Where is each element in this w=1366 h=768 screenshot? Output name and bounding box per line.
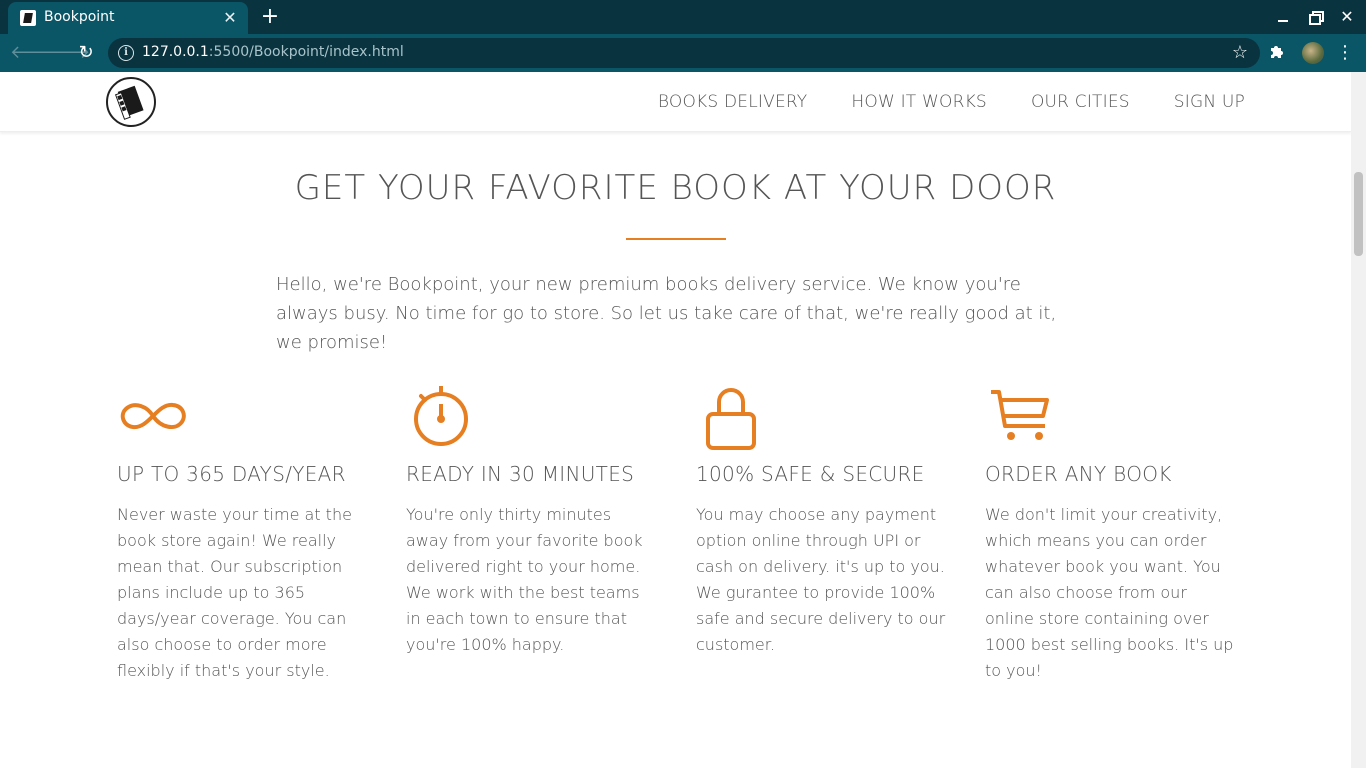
profile-avatar[interactable] xyxy=(1302,42,1324,64)
bookpoint-favicon-icon xyxy=(20,10,36,26)
page-scrollbar[interactable] xyxy=(1351,72,1366,768)
browser-toolbar: 🡐 🡒 ↻ i 127.0.0.1:5500/Bookpoint/index.h… xyxy=(0,34,1366,72)
new-tab-icon[interactable]: + xyxy=(258,5,282,29)
kebab-menu-icon[interactable]: ⋮ xyxy=(1336,41,1354,65)
nav-link-books-delivery[interactable]: BOOKS DELIVERY xyxy=(658,92,808,112)
close-tab-icon[interactable]: ✕ xyxy=(220,8,240,28)
feature-text: Never waste your time at the book store … xyxy=(117,505,352,680)
feature-title: 100% safe & secure xyxy=(696,462,925,486)
cart-icon xyxy=(985,382,1057,454)
nav-link-our-cities[interactable]: OUR CITIES xyxy=(1031,92,1130,112)
url-text: 127.0.0.1:5500/Bookpoint/index.html xyxy=(142,44,404,60)
url-host: 127.0.0.1 xyxy=(142,44,209,60)
forward-arrow-icon[interactable]: 🡒 xyxy=(42,41,90,65)
infinity-icon xyxy=(117,382,189,454)
feature-title: Order any book xyxy=(985,462,1172,486)
feature-text: We don't limit your creativity, which me… xyxy=(985,505,1234,680)
stopwatch-icon xyxy=(406,382,478,454)
nav-link-how-it-works[interactable]: HOW IT WORKS xyxy=(851,92,987,112)
back-arrow-icon[interactable]: 🡐 xyxy=(10,41,58,65)
close-window-icon[interactable]: ✕ xyxy=(1336,6,1358,28)
feature-text: You're only thirty minutes away from you… xyxy=(406,505,643,654)
reload-icon[interactable]: ↻ xyxy=(74,41,98,65)
browser-tab[interactable]: Bookpoint ✕ xyxy=(8,2,248,34)
browser-tabbar: Bookpoint ✕ + ✕ xyxy=(0,0,1366,34)
feature-title: Up to 365 days/year xyxy=(117,462,346,486)
minimize-window-icon[interactable] xyxy=(1272,6,1294,28)
restore-window-icon[interactable] xyxy=(1304,6,1326,28)
scrollbar-thumb[interactable] xyxy=(1354,172,1363,256)
heading-divider xyxy=(626,238,726,240)
main-nav-links: BOOKS DELIVERY HOW IT WORKS OUR CITIES S… xyxy=(658,92,1245,112)
feature-text: You may choose any payment option online… xyxy=(696,505,946,654)
feature-title: Ready in 30 minutes xyxy=(406,462,635,486)
tab-title: Bookpoint xyxy=(44,9,115,25)
address-bar[interactable]: i 127.0.0.1:5500/Bookpoint/index.html ☆ xyxy=(108,38,1260,68)
nav-link-sign-up[interactable]: SIGN UP xyxy=(1174,92,1245,112)
bookmark-star-icon[interactable]: ☆ xyxy=(1232,42,1248,63)
bookpoint-logo[interactable] xyxy=(106,77,156,127)
page-viewport: BOOKS DELIVERY HOW IT WORKS OUR CITIES S… xyxy=(0,72,1366,768)
section-heading: GET YOUR FAVORITE BOOK AT YOUR DOOR xyxy=(294,168,1057,208)
url-path: :5500/Bookpoint/index.html xyxy=(208,44,404,60)
puzzle-icon[interactable] xyxy=(1268,42,1286,64)
info-icon[interactable]: i xyxy=(118,45,134,61)
lock-icon xyxy=(696,382,768,454)
site-navbar: BOOKS DELIVERY HOW IT WORKS OUR CITIES S… xyxy=(0,72,1351,132)
intro-paragraph: Hello, we're Bookpoint, your new premium… xyxy=(276,274,1057,353)
